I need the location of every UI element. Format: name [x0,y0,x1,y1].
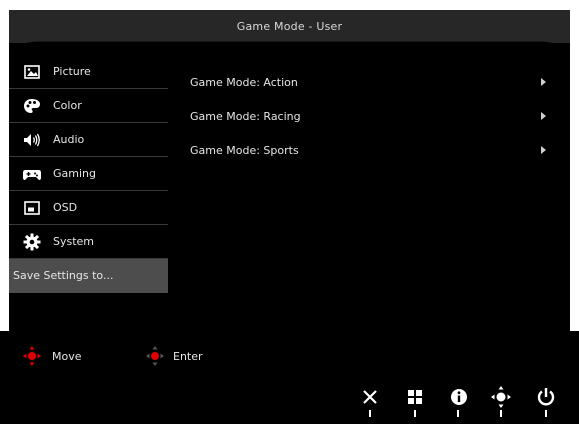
enter-hint-label: Enter [173,349,203,363]
info-button[interactable] [447,385,471,409]
button-bar [0,377,579,424]
picture-icon [19,64,45,80]
sidebar-item-label: Picture [53,65,91,78]
move-hint: Move [22,345,82,367]
sidebar-item-audio[interactable]: Audio [9,123,168,157]
sidebar-item-label: Gaming [53,167,96,180]
navigation-icon [491,386,511,408]
chevron-right-icon [541,78,546,86]
palette-icon [19,98,45,114]
close-icon [363,390,377,404]
sidebar-item-color[interactable]: Color [9,89,168,123]
submenu-item-label: Game Mode: Racing [190,109,301,123]
sidebar-item-picture[interactable]: Picture [9,55,168,89]
submenu-item-action[interactable]: Game Mode: Action [190,65,560,99]
sidebar-item-gaming[interactable]: Gaming [9,157,168,191]
submenu-item-label: Game Mode: Action [190,75,298,89]
submenu-item-racing[interactable]: Game Mode: Racing [190,99,560,133]
title-bar: Game Mode - User [9,10,570,43]
sidebar: Picture Color Audio Gaming OSD System Sa… [9,55,168,293]
submenu: Game Mode: Action Game Mode: Racing Game… [190,65,560,167]
osd-panel: Game Mode - User Picture Color Audio Gam… [9,10,579,341]
submenu-item-label: Game Mode: Sports [190,143,299,157]
menu-button[interactable] [403,385,427,409]
enter-hint: Enter [145,345,203,367]
close-button[interactable] [358,385,382,409]
hint-bar: Move Enter [0,331,579,377]
sidebar-item-label: Color [53,99,82,112]
joystick-move-icon [23,346,41,366]
button-marker [369,410,371,417]
button-marker [500,410,502,417]
button-marker [545,410,547,417]
speaker-icon [19,132,45,148]
gear-icon [19,233,45,250]
osd-window-icon [19,200,45,216]
sidebar-item-label: Save Settings to... [13,269,114,282]
gamepad-icon [19,166,45,182]
power-icon [537,388,555,406]
chevron-right-icon [541,112,546,120]
submenu-item-sports[interactable]: Game Mode: Sports [190,133,560,167]
page-title: Game Mode - User [236,20,343,33]
chevron-right-icon [541,146,546,154]
sidebar-item-label: OSD [53,201,78,214]
button-marker [414,410,416,417]
menu-grid-icon [408,390,422,404]
navigation-button[interactable] [489,385,513,409]
info-icon [451,389,467,405]
move-hint-label: Move [52,349,82,363]
sidebar-item-system[interactable]: System [9,225,168,259]
sidebar-item-label: System [53,235,95,248]
sidebar-item-save-settings[interactable]: Save Settings to... [9,259,168,293]
sidebar-item-osd[interactable]: OSD [9,191,168,225]
power-button[interactable] [534,385,558,409]
joystick-press-icon [146,346,164,366]
button-marker [457,410,459,417]
sidebar-item-label: Audio [53,133,85,146]
